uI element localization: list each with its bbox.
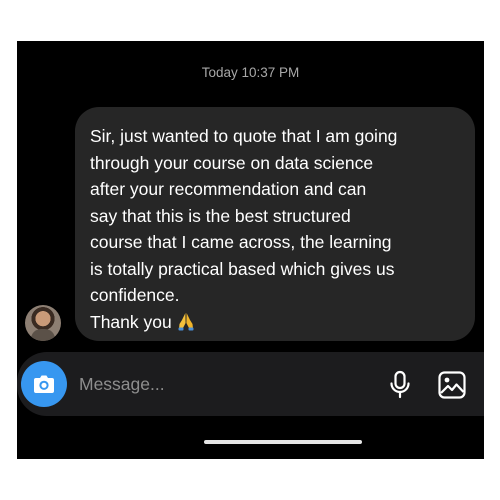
avatar-shirt: [31, 329, 55, 341]
camera-icon: [34, 375, 54, 393]
message-line: confidence.: [90, 285, 180, 305]
home-indicator[interactable]: [204, 440, 362, 444]
message-input[interactable]: [79, 371, 369, 397]
message-closing-text: Thank you: [90, 311, 172, 332]
message-composer: [17, 352, 484, 416]
microphone-icon: [390, 370, 410, 399]
message-line: after your recommendation and can: [90, 179, 367, 199]
gallery-button[interactable]: [437, 370, 467, 400]
microphone-button[interactable]: [387, 370, 413, 400]
message-line: course that I came across, the learning: [90, 232, 392, 252]
sender-avatar[interactable]: [25, 305, 61, 341]
message-timestamp: Today 10:37 PM: [201, 65, 300, 80]
chat-screen: Today 10:37 PM Sir, just wanted to quote…: [17, 41, 484, 459]
message-line: Sir, just wanted to quote that I am goin…: [90, 126, 398, 146]
folded-hands-icon: [176, 311, 196, 339]
message-closing-line: Thank you: [90, 309, 463, 339]
received-message-bubble[interactable]: Sir, just wanted to quote that I am goin…: [75, 107, 475, 341]
gallery-icon: [438, 371, 466, 399]
message-line: say that this is the best structured: [90, 205, 351, 226]
message-line: through your course on data science: [90, 152, 374, 173]
camera-button[interactable]: [21, 361, 67, 407]
message-line: is totally practical based which gives u…: [90, 258, 395, 279]
